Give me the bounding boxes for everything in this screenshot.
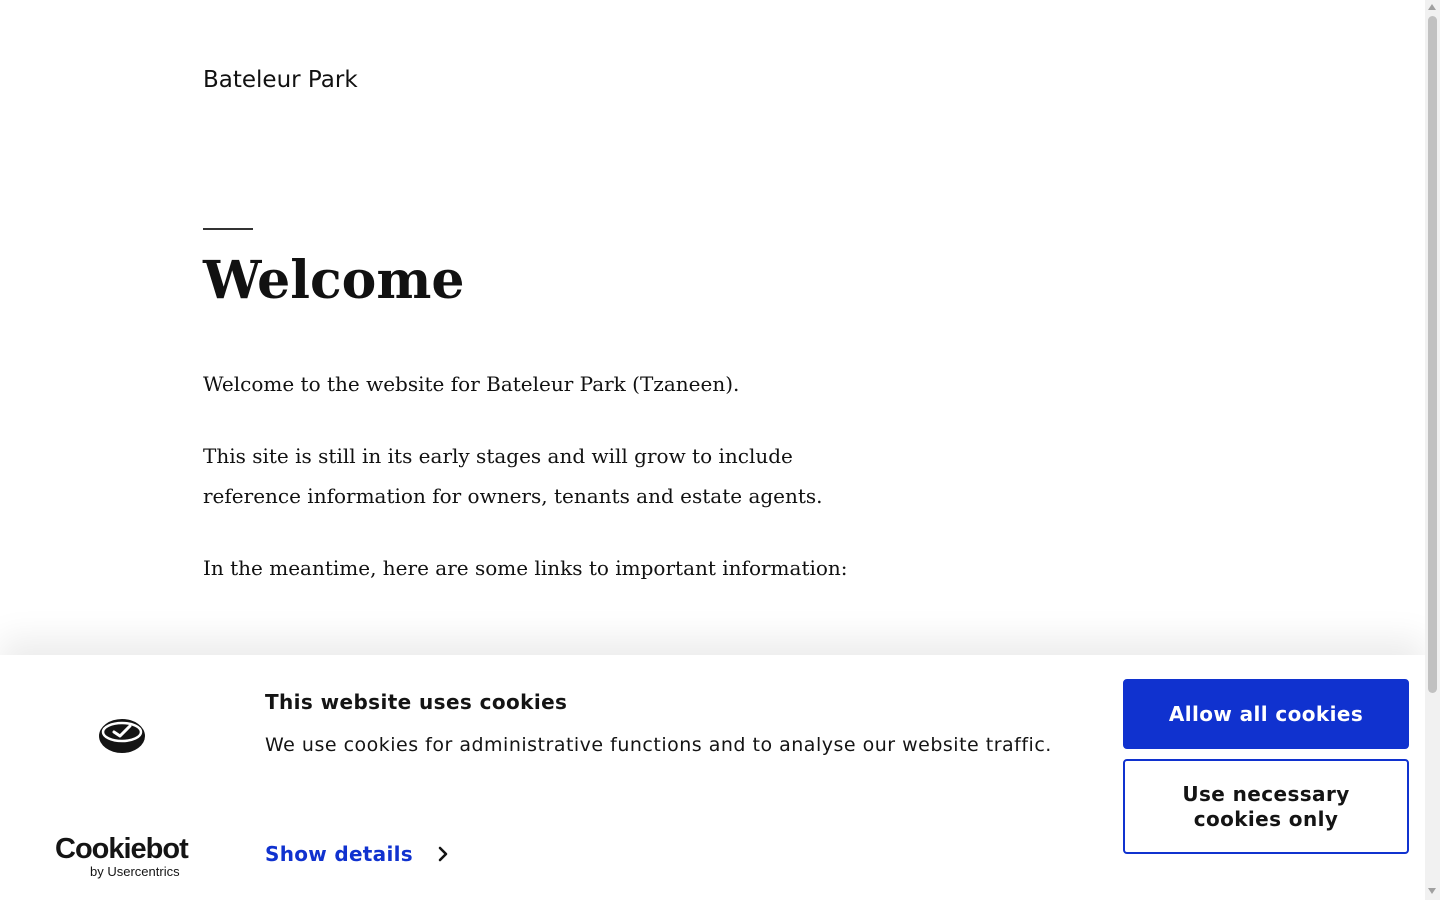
- page-content: Welcome to the website for Bateleur Park…: [203, 364, 893, 620]
- allow-all-cookies-button[interactable]: Allow all cookies: [1123, 679, 1409, 749]
- heading-separator: [203, 228, 253, 230]
- scroll-up-arrow-icon[interactable]: [1428, 4, 1436, 10]
- chevron-right-icon: [438, 846, 448, 862]
- scroll-down-arrow-icon[interactable]: [1428, 888, 1436, 894]
- intro-paragraph: Welcome to the website for Bateleur Park…: [203, 372, 740, 396]
- scrollbar-thumb[interactable]: [1428, 16, 1437, 693]
- page-title: Welcome: [203, 250, 465, 311]
- cookie-check-icon: [99, 719, 145, 753]
- status-paragraph: This site is still in its early stages a…: [203, 444, 823, 508]
- cookiebot-wordmark: Cookiebot: [55, 833, 189, 865]
- browser-viewport: Bateleur Park Welcome Welcome to the web…: [0, 0, 1440, 900]
- cookie-consent-banner: Cookiebot by Usercentrics This website u…: [0, 655, 1425, 900]
- cookie-banner-title: This website uses cookies: [265, 690, 568, 714]
- cookie-banner-text: We use cookies for administrative functi…: [265, 734, 1052, 756]
- necessary-cookies-only-button[interactable]: Use necessary cookies only: [1123, 759, 1409, 854]
- cookiebot-logo[interactable]: Cookiebot by Usercentrics: [55, 833, 195, 879]
- links-intro-paragraph: In the meantime, here are some links to …: [203, 556, 848, 580]
- vertical-scrollbar[interactable]: [1425, 0, 1440, 900]
- cookiebot-subtitle: by Usercentrics: [90, 864, 180, 879]
- show-details-link[interactable]: Show details: [265, 839, 453, 869]
- show-details-label: Show details: [265, 842, 413, 866]
- site-title-link[interactable]: Bateleur Park: [203, 64, 358, 96]
